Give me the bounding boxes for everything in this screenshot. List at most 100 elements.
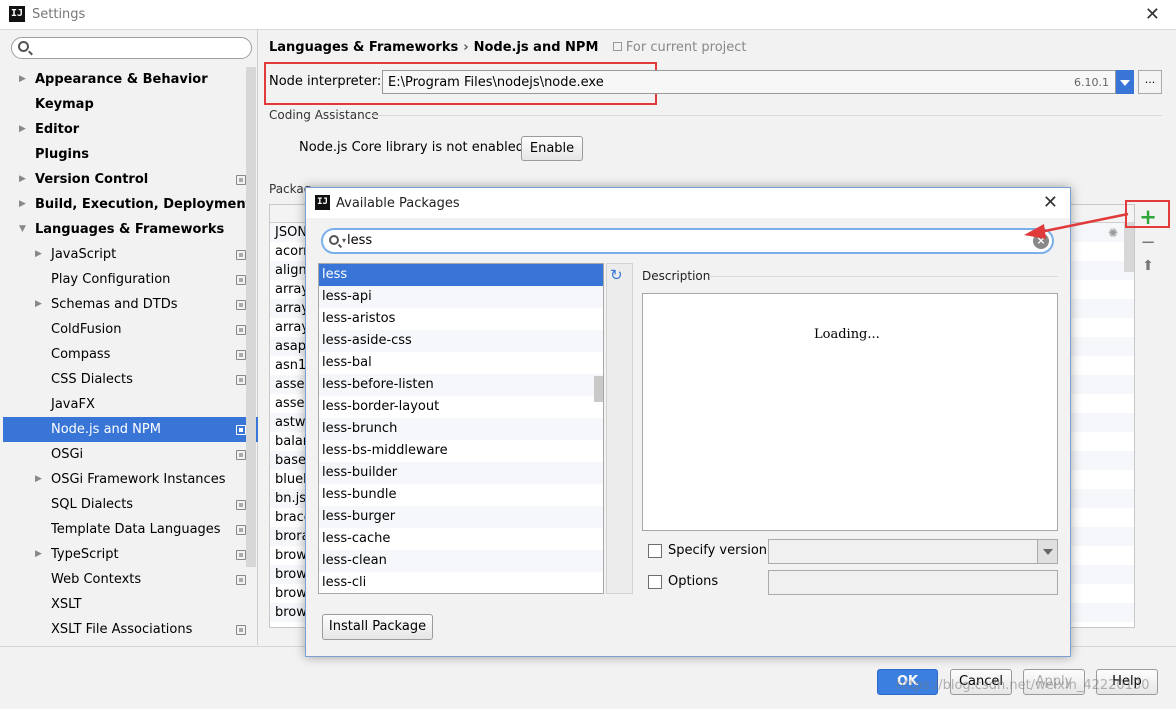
project-scope-icon [236, 550, 246, 560]
list-item[interactable]: less-builder [319, 462, 603, 484]
sidebar-item-label: SQL Dialects [51, 497, 134, 512]
node-interpreter-field[interactable]: E:\Program Files\nodejs\node.exe 6.10.1 [382, 70, 1116, 94]
list-item[interactable]: less-border-layout [319, 396, 603, 418]
sidebar-item[interactable]: Keymap [3, 92, 258, 117]
chevron-down-icon[interactable]: ▼ [19, 217, 29, 242]
window-close-icon[interactable]: ✕ [1145, 4, 1160, 25]
sidebar-item[interactable]: ▶ JavaScript [3, 242, 258, 267]
sidebar-item[interactable]: Plugins [3, 142, 258, 167]
chevron-down-icon[interactable] [1037, 540, 1057, 563]
sidebar-item[interactable]: ▶ Schemas and DTDs [3, 292, 258, 317]
sidebar-item[interactable]: Template Data Languages [3, 517, 258, 542]
breadcrumb: Languages & Frameworks › Node.js and NPM F… [269, 40, 747, 55]
sidebar-item-label: Node.js and NPM [51, 422, 161, 437]
list-item[interactable]: less-burger [319, 506, 603, 528]
sidebar-item[interactable]: CSS Dialects [3, 367, 258, 392]
settings-sidebar: ▶ Appearance & Behavior Keymap ▶ Editor Plugi… [0, 30, 258, 645]
search-icon [18, 41, 29, 52]
scope-hint: For current project [612, 40, 747, 55]
chevron-right-icon[interactable]: ▶ [19, 192, 29, 217]
chevron-right-icon[interactable]: ▶ [35, 542, 45, 567]
sidebar-item[interactable]: Compass [3, 342, 258, 367]
chevron-right-icon[interactable]: ▶ [19, 117, 29, 142]
install-package-button[interactable]: Install Package [322, 614, 433, 640]
upgrade-package-button[interactable]: ⬆ [1136, 258, 1160, 278]
search-icon [329, 235, 339, 245]
sidebar-item-label: XSLT File Associations [51, 622, 193, 637]
sidebar-item[interactable]: ▶ Appearance & Behavior [3, 67, 258, 92]
remove-package-button[interactable]: − [1136, 234, 1160, 254]
package-list-toolbar [606, 263, 633, 594]
sidebar-item[interactable]: Node.js and NPM [3, 417, 258, 442]
settings-search-input[interactable] [11, 37, 252, 59]
options-input[interactable] [768, 570, 1058, 595]
project-scope-icon [236, 175, 246, 185]
sidebar-item[interactable]: JavaFX [3, 392, 258, 417]
sidebar-item-label: TypeScript [51, 547, 119, 562]
dialog-app-icon: IJ [315, 195, 330, 210]
app-logo-icon: IJ [9, 6, 25, 22]
list-item[interactable]: less-aside-css [319, 330, 603, 352]
list-item[interactable]: less-clean [319, 550, 603, 572]
chevron-right-icon[interactable]: ▶ [19, 67, 29, 92]
sidebar-item[interactable]: ▶ Editor [3, 117, 258, 142]
dialog-titlebar: IJ Available Packages ✕ [306, 188, 1070, 218]
project-scope-icon [612, 42, 622, 51]
list-item[interactable]: less-aristos [319, 308, 603, 330]
options-checkbox[interactable] [648, 575, 662, 589]
description-label: Description [642, 269, 711, 283]
packages-scrollbar[interactable] [1124, 222, 1134, 272]
sidebar-item[interactable]: ColdFusion [3, 317, 258, 342]
package-search-input[interactable]: ▾ less × [321, 228, 1054, 254]
sidebar-item-label: XSLT [51, 597, 82, 612]
list-item[interactable]: less-bal [319, 352, 603, 374]
node-interpreter-browse-button[interactable]: ... [1138, 70, 1162, 94]
search-history-icon[interactable]: ▾ [342, 236, 346, 245]
options-label: Options [668, 574, 719, 589]
list-item[interactable]: less-before-listen [319, 374, 603, 396]
sidebar-item[interactable]: ▶ OSGi Framework Instances [3, 467, 258, 492]
list-item[interactable]: less-brunch [319, 418, 603, 440]
sidebar-item[interactable]: OSGi [3, 442, 258, 467]
version-select[interactable] [768, 539, 1058, 564]
dialog-title: Available Packages [336, 196, 460, 211]
sidebar-item[interactable]: ▶ TypeScript [3, 542, 258, 567]
chevron-right-icon[interactable]: ▶ [19, 167, 29, 192]
breadcrumb-part-1: Languages & Frameworks [269, 40, 459, 55]
sidebar-item[interactable]: XSLT [3, 592, 258, 617]
chevron-right-icon[interactable]: ▶ [35, 467, 45, 492]
sidebar-item[interactable]: ▶ Version Control [3, 167, 258, 192]
list-item[interactable]: less-bundle [319, 484, 603, 506]
list-item[interactable]: less-cli [319, 572, 603, 593]
project-scope-icon [236, 325, 246, 335]
chevron-right-icon[interactable]: ▶ [35, 292, 45, 317]
watermark: https://blog.csdn.net/weixin_42220130 [896, 678, 1150, 693]
clear-search-icon[interactable]: × [1033, 233, 1049, 249]
sidebar-item[interactable]: ▶ Build, Execution, Deployment [3, 192, 258, 217]
list-item[interactable]: less-cache [319, 528, 603, 550]
node-interpreter-dropdown-button[interactable] [1116, 70, 1134, 94]
window-title: Settings [32, 7, 86, 22]
sidebar-item[interactable]: Play Configuration [3, 267, 258, 292]
refresh-icon[interactable]: ↻ [610, 266, 623, 284]
sidebar-item[interactable]: Web Contexts [3, 567, 258, 592]
node-interpreter-label: Node interpreter: [269, 74, 382, 89]
available-packages-dialog: IJ Available Packages ✕ ▾ less × less les… [305, 187, 1071, 657]
loading-spinner-icon: ✺ [1108, 226, 1119, 240]
chevron-right-icon[interactable]: ▶ [35, 242, 45, 267]
sidebar-item-label: Appearance & Behavior [35, 72, 208, 87]
list-item[interactable]: less-api [319, 286, 603, 308]
sidebar-scrollbar[interactable] [246, 67, 256, 567]
dialog-close-icon[interactable]: ✕ [1043, 192, 1058, 213]
sidebar-item-label: OSGi [51, 447, 84, 462]
sidebar-item[interactable]: XSLT File Associations [3, 617, 258, 642]
enable-button[interactable]: Enable [521, 136, 583, 161]
package-list-scrollbar[interactable] [594, 376, 603, 402]
list-item[interactable]: less-bs-middleware [319, 440, 603, 462]
specify-version-checkbox[interactable] [648, 544, 662, 558]
sidebar-item[interactable]: SQL Dialects [3, 492, 258, 517]
sidebar-item[interactable]: ▼ Languages & Frameworks [3, 217, 258, 242]
sidebar-item-label: Build, Execution, Deployment [35, 197, 252, 212]
list-item[interactable]: less [319, 264, 603, 286]
project-scope-icon [236, 375, 246, 385]
